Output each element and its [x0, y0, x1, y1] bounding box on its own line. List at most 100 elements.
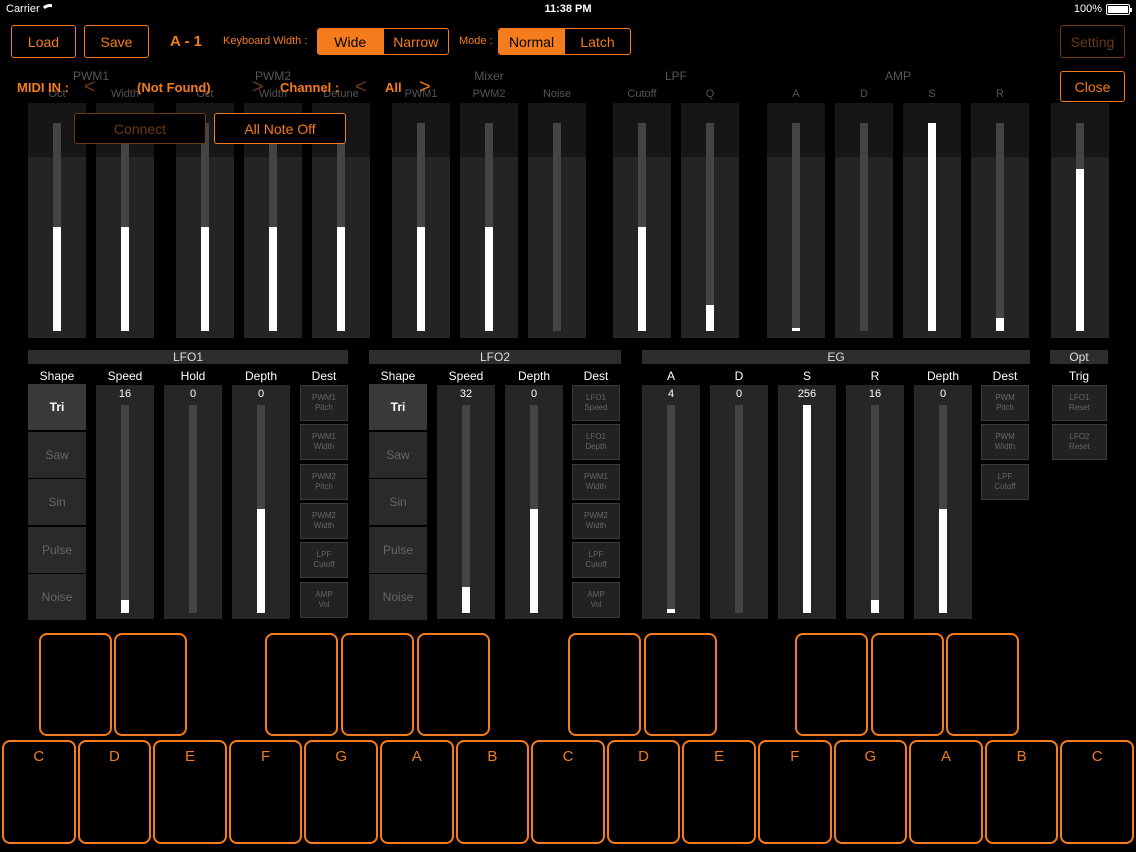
dest-button[interactable]: LFO1 Depth	[572, 424, 620, 461]
dest-button[interactable]: AMP Vol	[572, 581, 620, 618]
dest-button[interactable]: PWM1 Pitch	[300, 385, 348, 421]
piano-white-key[interactable]: G	[304, 740, 378, 844]
load-button[interactable]: Load	[11, 25, 76, 58]
piano-white-key[interactable]: E	[682, 740, 756, 844]
width-wide-option[interactable]: Wide	[318, 29, 383, 54]
piano-white-key[interactable]: D	[606, 740, 681, 844]
eg-slider[interactable]	[846, 385, 904, 619]
midi-in-next-icon[interactable]: >	[252, 76, 264, 99]
dest-button[interactable]: PWM Width	[981, 424, 1029, 461]
channel-label: Channel :	[280, 80, 340, 95]
mode-segment: Normal Latch	[498, 28, 631, 55]
keyboard-width-label: Keyboard Width :	[223, 35, 308, 47]
piano-white-key[interactable]: D	[77, 740, 152, 844]
param-slider[interactable]	[835, 103, 893, 338]
piano-white-key[interactable]: F	[228, 740, 303, 844]
patch-name: A - 1	[170, 33, 202, 50]
piano-black-key[interactable]	[946, 633, 1019, 736]
lfo2-speed-value: 32	[459, 388, 473, 400]
shape-option-noise[interactable]: Noise	[28, 574, 86, 620]
param-slider[interactable]	[392, 103, 450, 338]
param-slider[interactable]	[460, 103, 518, 338]
piano-white-key[interactable]: A	[909, 740, 983, 844]
dest-button[interactable]: LPF Cutoff	[300, 542, 348, 579]
dest-button[interactable]: PWM2 Width	[572, 502, 620, 539]
piano-white-key[interactable]: E	[153, 740, 227, 844]
lfo2-depth-slider[interactable]	[505, 385, 563, 619]
piano-black-key[interactable]	[795, 633, 868, 736]
shape-option-sin[interactable]: Sin	[28, 479, 86, 525]
slider-fill	[269, 227, 277, 331]
piano-black-key[interactable]	[871, 633, 944, 736]
lfo2-speed-slider[interactable]	[437, 385, 495, 619]
lfo1-speed-slider[interactable]	[96, 385, 154, 619]
piano-black-key[interactable]	[39, 633, 112, 736]
piano-white-key[interactable]: B	[984, 740, 1059, 844]
param-slider[interactable]	[613, 103, 671, 338]
shape-option-pulse[interactable]: Pulse	[28, 526, 86, 573]
all-note-off-button[interactable]: All Note Off	[214, 113, 346, 144]
lfo1-hold-slider[interactable]	[164, 385, 222, 619]
shape-option-saw[interactable]: Saw	[28, 431, 86, 478]
shape-option-noise[interactable]: Noise	[369, 574, 427, 620]
slider-fill	[530, 509, 538, 613]
shape-option-tri[interactable]: Tri	[28, 384, 86, 430]
width-narrow-option[interactable]: Narrow	[382, 29, 449, 54]
piano-black-key[interactable]	[265, 633, 338, 736]
piano-white-key[interactable]: F	[758, 740, 832, 844]
keyboard-width-segment: Wide Narrow	[317, 28, 449, 55]
eg-slider[interactable]	[914, 385, 972, 619]
dest-button[interactable]: LFO1 Speed	[572, 385, 620, 421]
lfo1-hold-value: 0	[189, 388, 197, 400]
param-slider[interactable]	[903, 103, 961, 338]
piano-black-key[interactable]	[568, 633, 641, 736]
shape-option-tri[interactable]: Tri	[369, 384, 427, 430]
close-button[interactable]: Close	[1060, 71, 1125, 102]
mode-normal-option[interactable]: Normal	[499, 29, 564, 54]
shape-option-sin[interactable]: Sin	[369, 479, 427, 525]
dest-button[interactable]: LPF Cutoff	[572, 542, 620, 579]
param-label: PWM2	[472, 88, 506, 100]
channel-next-icon[interactable]: >	[419, 76, 431, 99]
midi-in-prev-icon[interactable]: <	[84, 76, 96, 99]
piano-white-key[interactable]: C	[2, 740, 76, 844]
shape-option-pulse[interactable]: Pulse	[369, 526, 427, 573]
dest-button[interactable]: PWM2 Width	[300, 502, 348, 539]
piano-white-key[interactable]: A	[380, 740, 454, 844]
param-label: A	[792, 88, 800, 100]
param-slider[interactable]	[1051, 103, 1109, 338]
piano-white-key[interactable]: B	[455, 740, 530, 844]
dest-button[interactable]: LPF Cutoff	[981, 463, 1029, 500]
piano-white-key[interactable]: C	[1060, 740, 1134, 844]
lfo1-depth-slider[interactable]	[232, 385, 290, 619]
setting-button[interactable]: Setting	[1060, 25, 1125, 58]
param-slider[interactable]	[528, 103, 586, 338]
connect-button[interactable]: Connect	[74, 113, 206, 144]
param-slider[interactable]	[767, 103, 825, 338]
param-slider[interactable]	[681, 103, 739, 338]
slider-fill	[939, 509, 947, 613]
eg-slider[interactable]	[642, 385, 700, 619]
dest-button[interactable]: AMP Vol	[300, 581, 348, 618]
param-slider[interactable]	[971, 103, 1029, 338]
eg-label: D	[734, 369, 744, 383]
piano-black-key[interactable]	[417, 633, 490, 736]
piano-black-key[interactable]	[114, 633, 187, 736]
dest-button[interactable]: PWM1 Width	[300, 424, 348, 461]
piano-black-key[interactable]	[341, 633, 414, 736]
piano-white-key[interactable]: G	[833, 740, 908, 844]
piano-black-key[interactable]	[644, 633, 717, 736]
eg-slider[interactable]	[778, 385, 836, 619]
trig-button[interactable]: LFO2 Reset	[1052, 424, 1107, 461]
eg-slider[interactable]	[710, 385, 768, 619]
piano-white-key[interactable]: C	[531, 740, 605, 844]
shape-option-saw[interactable]: Saw	[369, 431, 427, 478]
channel-prev-icon[interactable]: <	[355, 76, 367, 99]
shape-label: Shape	[39, 369, 75, 383]
mode-latch-option[interactable]: Latch	[564, 29, 630, 54]
trig-button[interactable]: LFO1 Reset	[1052, 385, 1107, 421]
dest-button[interactable]: PWM1 Width	[572, 463, 620, 500]
dest-button[interactable]: PWM Pitch	[981, 385, 1029, 421]
dest-button[interactable]: PWM2 Pitch	[300, 463, 348, 500]
save-button[interactable]: Save	[84, 25, 149, 58]
